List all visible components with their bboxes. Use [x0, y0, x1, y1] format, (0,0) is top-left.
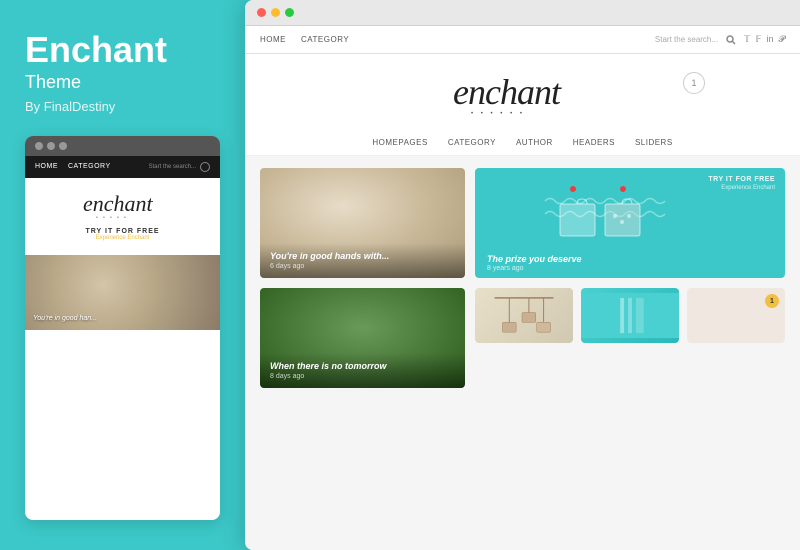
card-teal-cta: TRY IT FOR FREE: [708, 176, 775, 183]
card-plants-title: When there is no tomorrow: [270, 361, 455, 371]
red-dot-1: [570, 186, 576, 192]
mini-preview-card: HOME CATEGORY Start the search... enchan…: [25, 136, 220, 520]
theme-nav-home[interactable]: HOME: [260, 35, 286, 44]
theme-nav: HOME CATEGORY Start the search... 𝕋 𝔽 in…: [245, 26, 800, 54]
linkedin-icon: in: [766, 34, 773, 45]
squiggle-svg: [540, 196, 670, 251]
svg-text:• • • • • •: • • • • • •: [471, 111, 525, 117]
mini-dot-3: [59, 142, 67, 150]
mini-bottom-image: You're in good han...: [25, 255, 220, 330]
card-small-2[interactable]: [581, 288, 679, 343]
card-teal-sub: Experience Enchant: [721, 185, 775, 191]
nav-category[interactable]: CATEGORY: [448, 138, 496, 147]
nav-homepages[interactable]: HOMEPAGES: [372, 138, 427, 147]
chrome-dot-minimize[interactable]: [271, 8, 280, 17]
nav-author[interactable]: AUTHOR: [516, 138, 553, 147]
chrome-dot-close[interactable]: [257, 8, 266, 17]
mini-nav: HOME CATEGORY Start the search...: [25, 156, 220, 178]
theme-nav-category[interactable]: CATEGORY: [301, 35, 349, 44]
main-area: HOME CATEGORY Start the search... 𝕋 𝔽 in…: [245, 0, 800, 550]
grid-row-1: You're in good hands with... 6 days ago: [260, 168, 785, 278]
mini-dot-1: [35, 142, 43, 150]
browser-chrome: [245, 0, 800, 26]
small-cards-row: 1: [475, 288, 785, 334]
pinterest-icon: 𝓟: [779, 34, 786, 45]
theme-logo-svg: enchant • • • • • •: [443, 69, 603, 119]
mini-logo-area: enchant • • • • • TRY IT FOR FREE Experi…: [25, 178, 220, 255]
content-grid: You're in good hands with... 6 days ago: [245, 156, 800, 550]
mini-cta-sub: Experience Enchant: [33, 235, 212, 241]
card-small-2-visual: [581, 288, 679, 343]
mini-search-label: Start the search...: [149, 164, 196, 170]
mini-nav-search: Start the search...: [149, 162, 210, 172]
theme-nav-left: HOME CATEGORY: [260, 35, 349, 44]
theme-nav-right: Start the search... 𝕋 𝔽 in 𝓟: [655, 34, 785, 45]
card-small-1-visual: [475, 288, 573, 343]
card-food-meta: 6 days ago: [270, 263, 455, 270]
card-prize-meta: 8 years ago: [487, 265, 524, 272]
theme-hero: 1 enchant • • • • • •: [245, 54, 800, 132]
nav-sliders[interactable]: SLIDERS: [635, 138, 673, 147]
theme-secondary-nav: HOMEPAGES CATEGORY AUTHOR HEADERS SLIDER…: [245, 132, 800, 156]
card-plants-meta: 8 days ago: [270, 373, 455, 380]
mini-cta-main: TRY IT FOR FREE: [33, 228, 212, 235]
chrome-dot-maximize[interactable]: [285, 8, 294, 17]
card-prize-title: The prize you deserve: [487, 254, 582, 264]
card-teal[interactable]: TRY IT FOR FREE Experience Enchant The p…: [475, 168, 785, 278]
svg-text:• • • • •: • • • • •: [96, 216, 128, 221]
mini-cta: TRY IT FOR FREE Experience Enchant: [33, 226, 212, 247]
theme-social-icons: 𝕋 𝔽 in 𝓟: [744, 34, 785, 45]
mini-nav-home[interactable]: HOME: [35, 163, 58, 170]
sidebar: Enchant Theme By FinalDestiny HOME CATEG…: [0, 0, 245, 550]
facebook-icon: 𝔽: [755, 34, 761, 45]
theme-search-label: Start the search...: [655, 35, 718, 44]
mini-dot-2: [47, 142, 55, 150]
sidebar-author: By FinalDestiny: [25, 99, 220, 114]
card-food-title: You're in good hands with...: [270, 251, 455, 261]
small-cards-container: 1: [475, 288, 785, 388]
mini-nav-category[interactable]: CATEGORY: [68, 163, 111, 170]
theme-preview: HOME CATEGORY Start the search... 𝕋 𝔽 in…: [245, 26, 800, 550]
sidebar-title: Enchant: [25, 30, 220, 70]
mini-image-caption: You're in good han...: [33, 315, 97, 322]
grid-row-2: When there is no tomorrow 8 days ago: [260, 288, 785, 388]
card-plants[interactable]: When there is no tomorrow 8 days ago: [260, 288, 465, 388]
card-food-overlay: You're in good hands with... 6 days ago: [260, 243, 465, 278]
sidebar-subtitle: Theme: [25, 72, 220, 93]
twitter-icon: 𝕋: [744, 34, 750, 45]
mini-dots-bar: [25, 136, 220, 156]
svg-text:enchant: enchant: [453, 72, 562, 112]
red-dot-2: [620, 186, 626, 192]
theme-search-icon[interactable]: [726, 35, 736, 45]
svg-text:enchant: enchant: [83, 191, 154, 216]
card-small-badge: 1: [765, 294, 779, 308]
card-small-1[interactable]: [475, 288, 573, 343]
card-small-3[interactable]: 1: [687, 288, 785, 343]
nav-headers[interactable]: HEADERS: [573, 138, 615, 147]
mini-nav-links: HOME CATEGORY: [35, 163, 111, 170]
mini-search-icon[interactable]: [200, 162, 210, 172]
card-food[interactable]: You're in good hands with... 6 days ago: [260, 168, 465, 278]
notification-badge: 1: [683, 72, 705, 94]
mini-logo-text: enchant • • • • •: [33, 186, 212, 226]
card-plants-overlay: When there is no tomorrow 8 days ago: [260, 353, 465, 388]
